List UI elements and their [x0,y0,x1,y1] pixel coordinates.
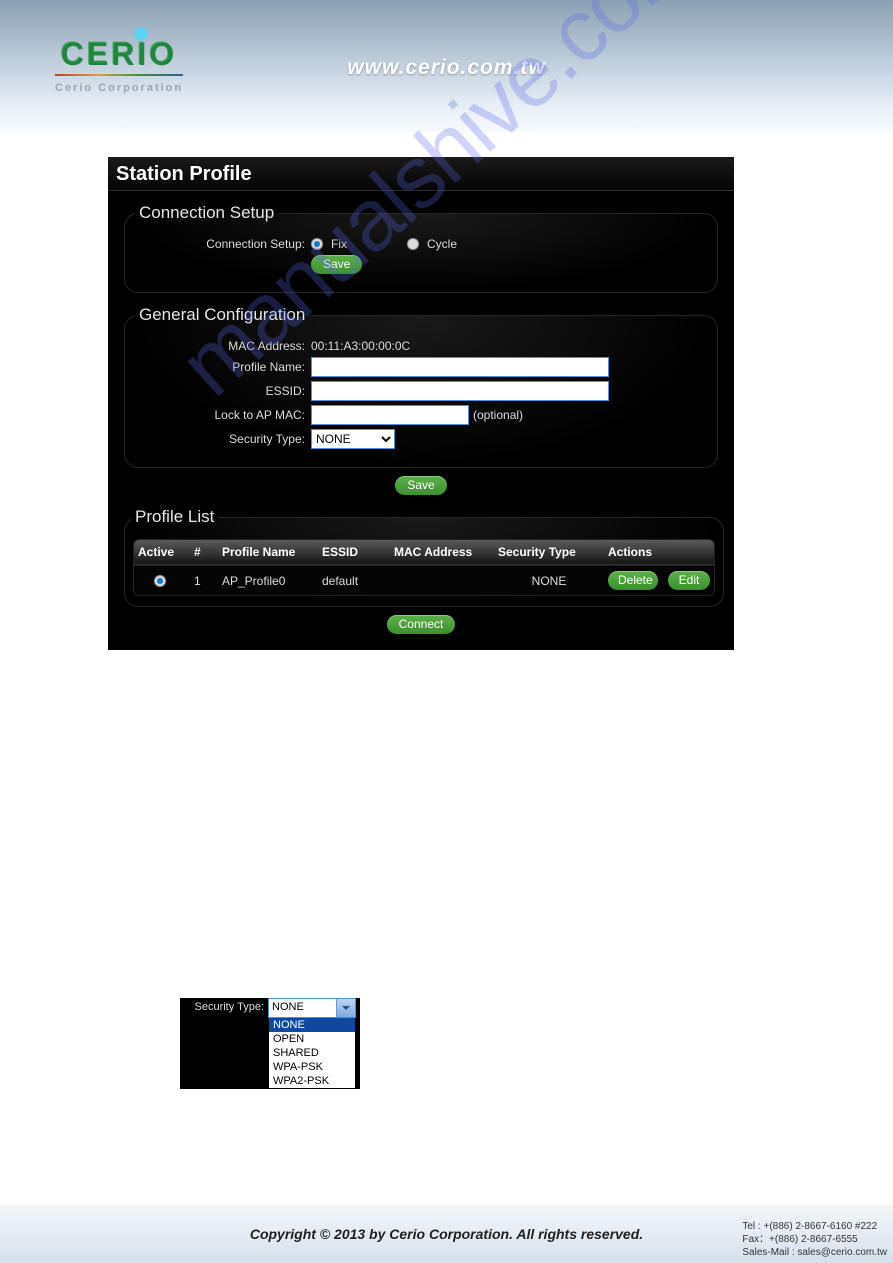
mac-label: MAC Address: [135,339,311,353]
general-save-button[interactable]: Save [395,476,446,495]
connection-cycle-label: Cycle [427,237,457,251]
detail-sectype-label: Security Type: [180,998,268,1013]
essid-input[interactable] [311,381,609,401]
col-mac: MAC Address [390,540,494,564]
connection-setup-legend: Connection Setup [135,203,278,223]
page-header: CERIO Cerio Corporation www.cerio.com.tw [0,0,893,132]
col-actions: Actions [604,540,714,564]
row-sectype: NONE [494,569,604,593]
station-profile-panel: Station Profile Connection Setup Connect… [108,157,734,650]
profile-list-box: Profile List Active # Profile Name ESSID… [124,507,724,607]
detail-sectype-combobox[interactable]: NONE [268,998,356,1018]
row-num: 1 [190,569,218,593]
general-config-box: General Configuration MAC Address: 00:11… [124,305,718,468]
table-row: 1 AP_Profile0 default NONE Delete Edit [134,565,714,595]
brand-subtext: Cerio Corporation [55,82,183,94]
contact-mail: Sales-Mail : sales@cerio.com.tw [742,1246,887,1259]
detail-sectype-options: NONE OPEN SHARED WPA-PSK WPA2-PSK [268,1018,356,1089]
col-num: # [190,540,218,564]
profile-list-legend: Profile List [131,507,218,527]
contact-tel: Tel : +(886) 2-8667-6160 #222 [742,1220,887,1233]
row-mac [390,576,494,586]
lockmac-hint: (optional) [473,408,523,422]
contact-fax: Fax：+(886) 2-8667-6555 [742,1233,887,1246]
col-sectype: Security Type [494,540,604,564]
site-url: www.cerio.com.tw [0,56,893,80]
copyright-text: Copyright © 2013 by Cerio Corporation. A… [250,1226,643,1242]
row-delete-button[interactable]: Delete [608,571,658,590]
connection-fix-label: Fix [331,237,347,251]
page-footer: Copyright © 2013 by Cerio Corporation. A… [0,1205,893,1263]
connection-cycle-radio[interactable] [407,238,419,250]
row-edit-button[interactable]: Edit [668,571,710,590]
lockmac-label: Lock to AP MAC: [135,408,311,422]
connection-setup-label: Connection Setup: [135,237,311,251]
detail-sectype-selected: NONE [269,999,336,1017]
profile-table-head: Active # Profile Name ESSID MAC Address … [134,540,714,565]
row-active-radio[interactable] [154,575,166,587]
lockmac-input[interactable] [311,405,469,425]
profile-name-label: Profile Name: [135,360,311,374]
connection-setup-box: Connection Setup Connection Setup: Fix C… [124,203,718,293]
option-shared[interactable]: SHARED [269,1046,355,1060]
col-essid: ESSID [318,540,390,564]
row-essid: default [318,569,390,593]
chevron-down-icon [336,999,355,1017]
connection-save-button[interactable]: Save [311,255,362,274]
profile-name-input[interactable] [311,357,609,377]
option-none[interactable]: NONE [269,1018,355,1032]
option-wpa2-psk[interactable]: WPA2-PSK [269,1074,355,1088]
col-active: Active [134,540,190,564]
row-profile: AP_Profile0 [218,569,318,593]
connect-button[interactable]: Connect [387,615,456,634]
essid-label: ESSID: [135,384,311,398]
mac-value: 00:11:A3:00:00:0C [311,339,410,353]
profile-table: Active # Profile Name ESSID MAC Address … [133,539,715,596]
general-config-legend: General Configuration [135,305,309,325]
col-profile: Profile Name [218,540,318,564]
sectype-select[interactable]: NONE [311,429,395,449]
contact-block: Tel : +(886) 2-8667-6160 #222 Fax：+(886)… [742,1220,887,1259]
option-wpa-psk[interactable]: WPA-PSK [269,1060,355,1074]
sectype-dropdown-detail: Security Type: NONE NONE OPEN SHARED WPA… [180,998,360,1089]
panel-title: Station Profile [108,157,734,191]
option-open[interactable]: OPEN [269,1032,355,1046]
sectype-label: Security Type: [135,432,311,446]
connection-fix-radio[interactable] [311,238,323,250]
